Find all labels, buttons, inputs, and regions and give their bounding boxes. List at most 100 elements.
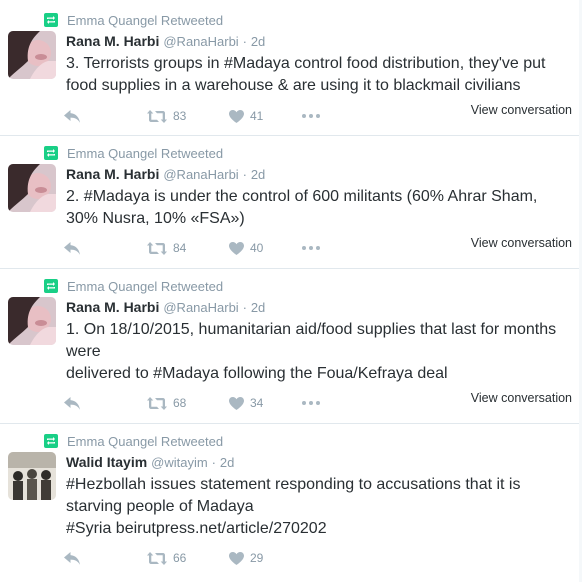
tweet-actions: 66 29: [64, 548, 302, 568]
like-heart-icon: [229, 241, 244, 255]
dot-separator: ·: [211, 455, 216, 470]
tweet-timestamp[interactable]: 2d: [220, 455, 234, 470]
tweet-text: 2. #Madaya is under the control of 600 m…: [66, 186, 572, 230]
reply-icon: [64, 241, 80, 255]
view-conversation-link[interactable]: View conversation: [471, 236, 572, 250]
retweet-action-icon: [147, 396, 167, 410]
tweet-text: 1. On 18/10/2015, humanitarian aid/food …: [66, 319, 572, 385]
reply-button[interactable]: [64, 396, 147, 410]
retweet-button[interactable]: 84: [147, 241, 229, 255]
tweet-header: Rana M. Harbi @RanaHarbi · 2d: [66, 31, 572, 52]
tweet-text-line: were: [66, 343, 101, 360]
like-count: 41: [250, 109, 264, 123]
more-button[interactable]: [302, 246, 320, 250]
retweet-action-icon: [147, 109, 167, 123]
more-dots-icon: [302, 114, 320, 118]
avatar[interactable]: [8, 452, 56, 500]
retweet-action-icon: [147, 241, 167, 255]
retweet-context: Emma Quangel Retweeted: [44, 145, 223, 161]
retweet-context: Emma Quangel Retweeted: [44, 433, 223, 449]
author-handle[interactable]: @witayim: [151, 455, 208, 470]
retweet-icon: [44, 13, 58, 27]
tweet-content: Rana M. Harbi @RanaHarbi · 2d 3. Terroris…: [66, 31, 572, 97]
like-button[interactable]: 34: [229, 396, 302, 410]
like-heart-icon: [229, 109, 244, 123]
reply-button[interactable]: [64, 551, 147, 565]
retweet-count: 68: [173, 396, 187, 410]
retweet-count: 66: [173, 551, 187, 565]
reply-icon: [64, 551, 80, 565]
tweet-text-line: 2. #Madaya is under the control of 600 m…: [66, 188, 538, 205]
author-name[interactable]: Rana M. Harbi: [66, 33, 159, 49]
tweet-content: Walid Itayim @witayim · 2d #Hezbollah iss…: [66, 452, 572, 540]
more-button[interactable]: [302, 401, 320, 405]
like-button[interactable]: 40: [229, 241, 302, 255]
retweeted-by-label[interactable]: Emma Quangel Retweeted: [67, 146, 223, 161]
dot-separator: ·: [242, 300, 247, 315]
tweet-text-line: #Hezbollah issues statement responding t…: [66, 476, 521, 493]
author-name[interactable]: Walid Itayim: [66, 454, 147, 470]
retweet-context: Emma Quangel Retweeted: [44, 278, 223, 294]
retweet-icon: [44, 279, 58, 293]
tweet-text-line: #Syria beirutpress.net/article/270202: [66, 520, 327, 537]
tweet-text-line: starving people of Madaya: [66, 498, 254, 515]
reply-icon: [64, 396, 80, 410]
avatar[interactable]: [8, 297, 56, 345]
tweet-header: Rana M. Harbi @RanaHarbi · 2d: [66, 297, 572, 318]
author-handle[interactable]: @RanaHarbi: [163, 300, 238, 315]
reply-button[interactable]: [64, 109, 147, 123]
tweet-timestamp[interactable]: 2d: [251, 167, 265, 182]
tweet-timestamp[interactable]: 2d: [251, 300, 265, 315]
author-handle[interactable]: @RanaHarbi: [163, 167, 238, 182]
tweet-header: Rana M. Harbi @RanaHarbi · 2d: [66, 164, 572, 185]
author-name[interactable]: Rana M. Harbi: [66, 299, 159, 315]
retweeted-by-label[interactable]: Emma Quangel Retweeted: [67, 434, 223, 449]
tweet-actions: 83 41: [64, 106, 320, 126]
tweet-actions: 68 34: [64, 393, 320, 413]
dot-separator: ·: [242, 167, 247, 182]
tweet-card[interactable]: Emma Quangel Retweeted Rana M. Harbi @Ran…: [0, 269, 582, 424]
dot-separator: ·: [242, 34, 247, 49]
retweet-icon: [44, 146, 58, 160]
retweet-button[interactable]: 66: [147, 551, 229, 565]
tweet-feed: Emma Quangel Retweeted Rana M. Harbi @Ran…: [0, 0, 582, 582]
retweeted-by-label[interactable]: Emma Quangel Retweeted: [67, 13, 223, 28]
author-name[interactable]: Rana M. Harbi: [66, 166, 159, 182]
reply-icon: [64, 109, 80, 123]
avatar[interactable]: [8, 31, 56, 79]
more-dots-icon: [302, 401, 320, 405]
avatar[interactable]: [8, 164, 56, 212]
like-count: 34: [250, 396, 264, 410]
like-button[interactable]: 29: [229, 551, 302, 565]
retweeted-by-label[interactable]: Emma Quangel Retweeted: [67, 279, 223, 294]
like-button[interactable]: 41: [229, 109, 302, 123]
tweet-content: Rana M. Harbi @RanaHarbi · 2d 2. #Madaya …: [66, 164, 572, 230]
retweet-count: 84: [173, 241, 187, 255]
tweet-text-line: food supplies in a warehouse & are using…: [66, 77, 521, 94]
retweet-button[interactable]: 68: [147, 396, 229, 410]
tweet-actions: 84 40: [64, 238, 320, 258]
view-conversation-link[interactable]: View conversation: [471, 391, 572, 405]
retweet-context: Emma Quangel Retweeted: [44, 12, 223, 28]
view-conversation-link[interactable]: View conversation: [471, 103, 572, 117]
retweet-icon: [44, 434, 58, 448]
tweet-text: 3. Terrorists groups in #Madaya control …: [66, 53, 572, 97]
tweet-card[interactable]: Emma Quangel Retweeted Walid Itayim @wita…: [0, 424, 582, 582]
like-count: 40: [250, 241, 264, 255]
like-heart-icon: [229, 551, 244, 565]
author-handle[interactable]: @RanaHarbi: [163, 34, 238, 49]
tweet-text-line: 3. Terrorists groups in #Madaya control …: [66, 55, 546, 72]
tweet-text-line: delivered to #Madaya following the Foua/…: [66, 365, 448, 382]
tweet-timestamp[interactable]: 2d: [251, 34, 265, 49]
reply-button[interactable]: [64, 241, 147, 255]
like-heart-icon: [229, 396, 244, 410]
retweet-button[interactable]: 83: [147, 109, 229, 123]
tweet-text-line: 1. On 18/10/2015, humanitarian aid/food …: [66, 321, 557, 338]
tweet-card[interactable]: Emma Quangel Retweeted Rana M. Harbi @Ran…: [0, 0, 582, 136]
retweet-action-icon: [147, 551, 167, 565]
tweet-text-line: 30% Nusra, 10% «FSA»): [66, 210, 245, 227]
more-dots-icon: [302, 246, 320, 250]
more-button[interactable]: [302, 114, 320, 118]
tweet-card[interactable]: Emma Quangel Retweeted Rana M. Harbi @Ran…: [0, 136, 582, 269]
tweet-text: #Hezbollah issues statement responding t…: [66, 474, 572, 540]
